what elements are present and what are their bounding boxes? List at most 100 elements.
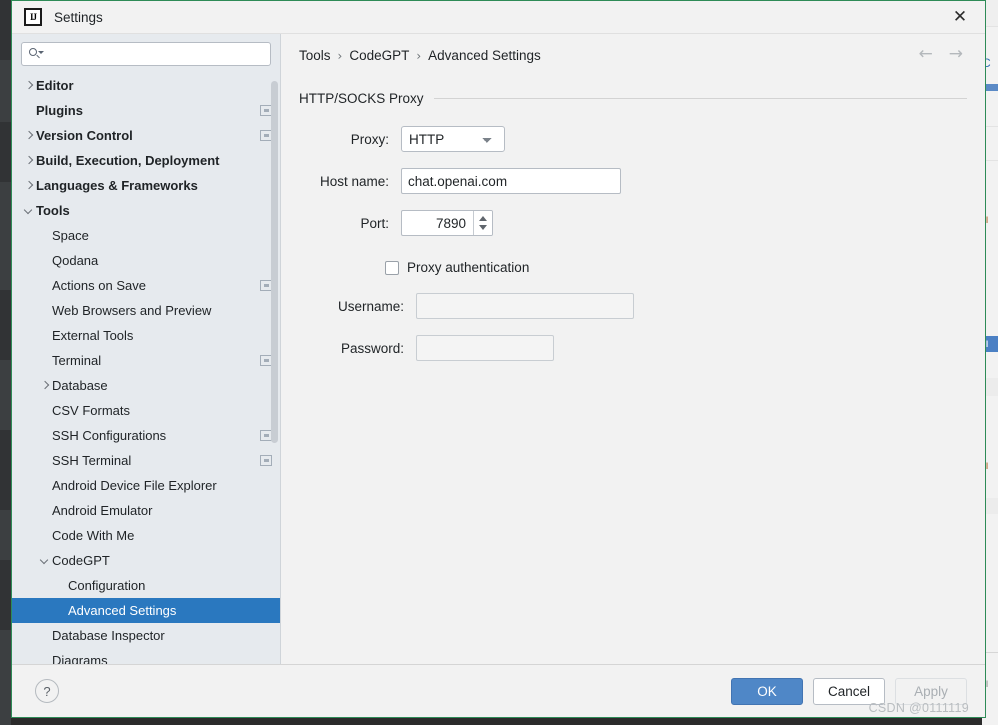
sidebar-item-label: External Tools	[52, 328, 134, 343]
ide-backdrop: C ıı ıı ıı ıı IJ Settings ✕	[0, 0, 998, 725]
sidebar-item-label: Build, Execution, Deployment	[36, 153, 220, 168]
settings-dialog: IJ Settings ✕ Editor Plugins Version Contr…	[11, 0, 986, 718]
sidebar-item-android-device-file-explorer[interactable]: Android Device File Explorer	[12, 473, 280, 498]
dialog-title: Settings	[54, 9, 103, 25]
sidebar-item-build-execution-deployment[interactable]: Build, Execution, Deployment	[12, 148, 280, 173]
username-input[interactable]	[416, 293, 634, 319]
sidebar-item-configuration[interactable]: Configuration	[12, 573, 280, 598]
username-label: Username:	[337, 298, 404, 314]
sidebar-item-space[interactable]: Space	[12, 223, 280, 248]
section-title: HTTP/SOCKS Proxy	[299, 91, 424, 106]
port-label: Port:	[360, 215, 389, 231]
password-label: Password:	[340, 340, 404, 356]
breadcrumb-item-advanced-settings[interactable]: Advanced Settings	[428, 48, 541, 63]
sidebar-item-label: Android Device File Explorer	[52, 478, 217, 493]
chevron-right-icon[interactable]	[22, 129, 36, 143]
sidebar-item-version-control[interactable]: Version Control	[12, 123, 280, 148]
sidebar-item-editor[interactable]: Editor	[12, 73, 280, 98]
settings-tree[interactable]: Editor Plugins Version Control Build, Execu…	[12, 72, 280, 664]
sidebar-item-advanced-settings[interactable]: Advanced Settings	[12, 598, 280, 623]
sidebar-item-codegpt[interactable]: CodeGPT	[12, 548, 280, 573]
sidebar-item-label: Configuration	[68, 578, 146, 593]
forward-arrow-icon[interactable]: →	[949, 46, 963, 63]
close-icon[interactable]: ✕	[945, 3, 975, 31]
sidebar-item-plugins[interactable]: Plugins	[12, 98, 280, 123]
breadcrumb-separator-icon: ›	[416, 48, 422, 63]
host-name-input[interactable]	[401, 168, 621, 194]
host-name-label: Host name:	[319, 173, 389, 189]
stepper-up-icon[interactable]	[479, 216, 487, 221]
sidebar-item-label: Plugins	[36, 103, 83, 118]
dialog-footer: ? OK Cancel Apply CSDN @0111119	[12, 665, 985, 717]
proxy-authentication-checkbox[interactable]	[385, 260, 399, 275]
proxy-label: Proxy:	[350, 131, 389, 147]
search-box[interactable]	[21, 42, 271, 66]
sidebar-item-database[interactable]: Database	[12, 373, 280, 398]
chevron-down-icon[interactable]	[38, 554, 52, 568]
sidebar-item-label: CodeGPT	[52, 553, 110, 568]
back-arrow-icon[interactable]: ←	[919, 46, 933, 63]
breadcrumb-item-codegpt[interactable]: CodeGPT	[349, 48, 409, 63]
chevron-right-icon[interactable]	[38, 379, 52, 393]
chevron-right-icon[interactable]	[22, 154, 36, 168]
chevron-down-icon[interactable]	[22, 204, 36, 218]
sidebar-item-terminal[interactable]: Terminal	[12, 348, 280, 373]
ok-button[interactable]: OK	[730, 677, 803, 705]
sidebar-item-actions-on-save[interactable]: Actions on Save	[12, 273, 280, 298]
sidebar-item-label: SSH Configurations	[52, 428, 167, 443]
port-input[interactable]	[402, 211, 473, 235]
help-button[interactable]: ?	[35, 679, 59, 703]
sidebar-item-label: Version Control	[36, 128, 133, 143]
breadcrumb-item-tools[interactable]: Tools	[299, 48, 331, 63]
sidebar-item-label: Web Browsers and Preview	[52, 303, 212, 318]
sidebar-item-ssh-terminal[interactable]: SSH Terminal	[12, 448, 280, 473]
sidebar-item-external-tools[interactable]: External Tools	[12, 323, 280, 348]
settings-sync-badge-icon	[260, 455, 272, 466]
section-divider	[433, 98, 967, 99]
password-input[interactable]	[416, 335, 554, 361]
port-stepper[interactable]	[401, 210, 493, 236]
sidebar-item-label: Android Emulator	[52, 503, 153, 518]
sidebar-item-diagrams[interactable]: Diagrams	[12, 648, 280, 664]
dialog-titlebar: IJ Settings ✕	[12, 1, 985, 34]
search-wrapper	[12, 34, 280, 72]
sidebar-item-code-with-me[interactable]: Code With Me	[12, 523, 280, 548]
sidebar-item-android-emulator[interactable]: Android Emulator	[12, 498, 280, 523]
sidebar-item-label: Code With Me	[52, 528, 135, 543]
proxy-type-select[interactable]: HTTPSOCKS	[401, 126, 505, 152]
search-input[interactable]	[46, 45, 264, 63]
chevron-right-icon[interactable]	[22, 79, 36, 93]
sidebar-item-label: Terminal	[52, 353, 102, 368]
sidebar-item-database-inspector[interactable]: Database Inspector	[12, 623, 280, 648]
sidebar-item-web-browsers-and-preview[interactable]: Web Browsers and Preview	[12, 298, 280, 323]
sidebar-scrollbar[interactable]	[271, 81, 278, 443]
stepper-down-icon[interactable]	[479, 225, 487, 230]
password-row: Password:	[281, 335, 985, 361]
navigation-arrows: ← →	[919, 46, 964, 63]
sidebar-item-label: Diagrams	[52, 653, 108, 664]
port-stepper-buttons[interactable]	[473, 211, 492, 235]
sidebar-item-tools[interactable]: Tools	[12, 198, 280, 223]
port-row: Port:	[281, 210, 985, 236]
sidebar-item-ssh-configurations[interactable]: SSH Configurations	[12, 423, 280, 448]
sidebar-item-qodana[interactable]: Qodana	[12, 248, 280, 273]
sidebar-item-label: Database	[52, 378, 108, 393]
sidebar-item-csv-formats[interactable]: CSV Formats	[12, 398, 280, 423]
search-icon	[28, 47, 44, 61]
breadcrumb: Tools › CodeGPT › Advanced Settings ← →	[281, 34, 985, 64]
proxy-authentication-row[interactable]: Proxy authentication	[281, 260, 985, 275]
sidebar-item-languages-frameworks[interactable]: Languages & Frameworks	[12, 173, 280, 198]
chevron-right-icon[interactable]	[22, 179, 36, 193]
sidebar-item-label: SSH Terminal	[52, 453, 132, 468]
